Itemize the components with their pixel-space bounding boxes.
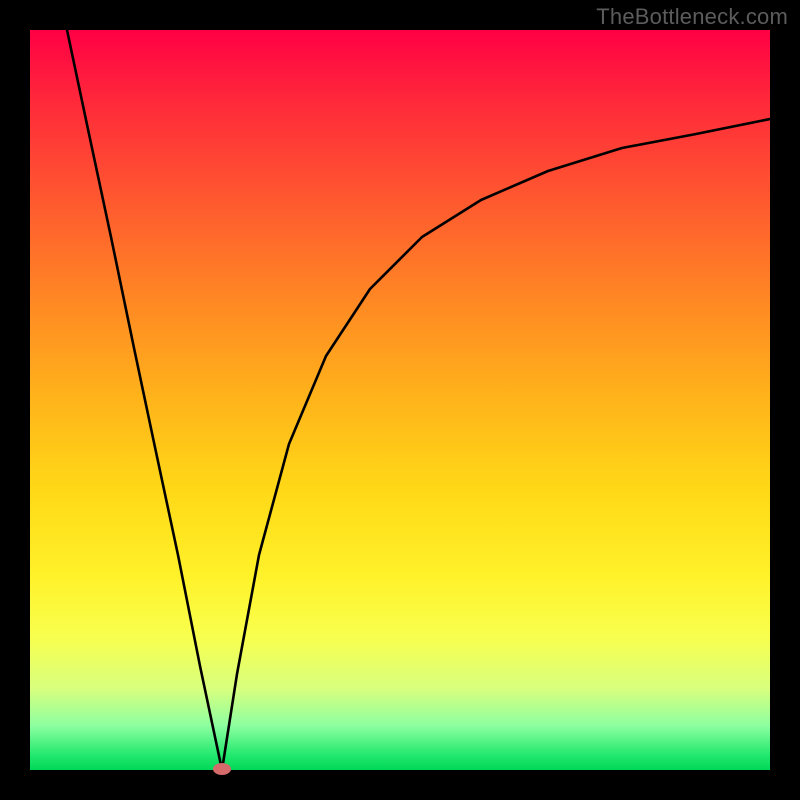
minimum-marker [213,763,231,775]
chart-frame: TheBottleneck.com [0,0,800,800]
curve-layer [30,30,770,770]
plot-area [30,30,770,770]
bottleneck-curve [67,30,770,770]
watermark-text: TheBottleneck.com [596,4,788,30]
